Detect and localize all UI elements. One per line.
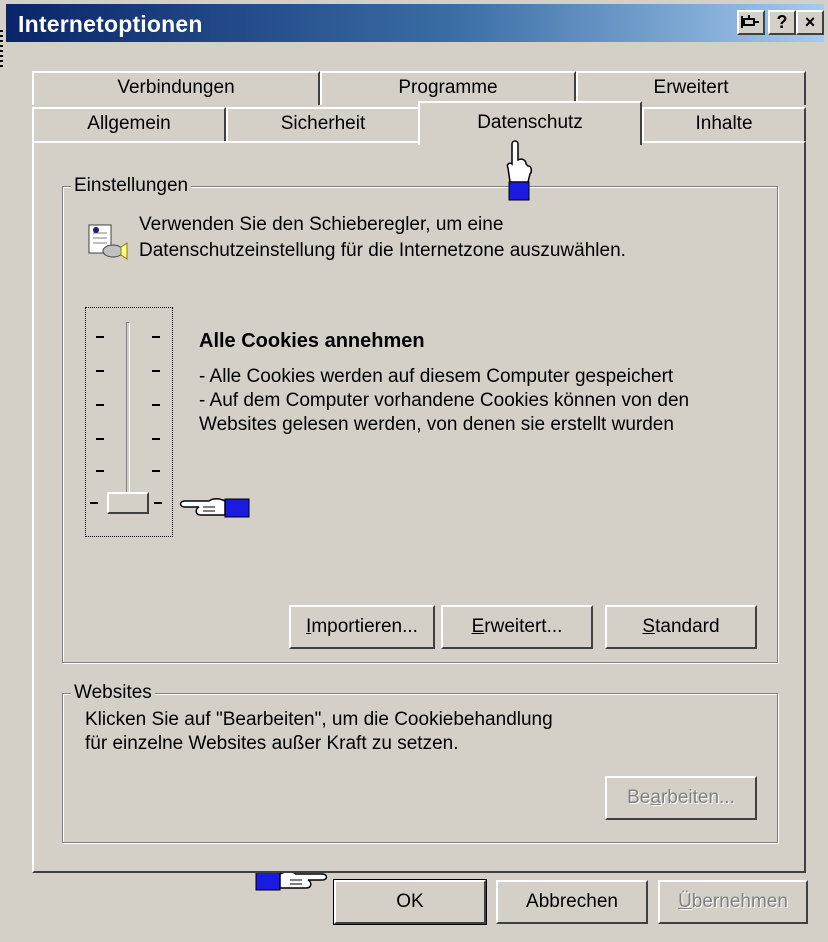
slider-tick	[96, 438, 104, 440]
tab-inhalte[interactable]: Inhalte	[642, 107, 806, 141]
close-button[interactable]: ×	[796, 10, 824, 35]
privacy-slider[interactable]	[85, 307, 173, 537]
intro-text-line1: Verwenden Sie den Schieberegler, um eine	[139, 214, 504, 235]
websites-text-line1: Klicken Sie auf "Bearbeiten", um die Coo…	[85, 709, 553, 730]
tab-allgemein[interactable]: Allgemein	[32, 107, 226, 141]
help-button[interactable]: ?	[768, 10, 796, 35]
ok-button[interactable]: OK	[333, 879, 487, 925]
pin-icon[interactable]	[737, 10, 765, 35]
tab-erweitert[interactable]: Erweitert	[576, 71, 806, 105]
privacy-level-desc1: - Alle Cookies werden auf diesem Compute…	[199, 366, 674, 387]
slider-tick	[90, 502, 98, 504]
slider-tick	[152, 336, 160, 338]
internet-options-dialog: Internetoptionen ? × Verbindungen Progra…	[0, 0, 828, 942]
tab-verbindungen[interactable]: Verbindungen	[32, 71, 320, 105]
edit-button[interactable]: Bearbeiten...	[605, 776, 757, 820]
slider-track	[126, 322, 130, 512]
websites-legend: Websites	[71, 682, 155, 704]
privacy-tab-page: Einstellungen Verwenden Sie den Schieber…	[32, 141, 806, 873]
slider-thumb[interactable]	[107, 492, 149, 514]
privacy-level-desc3: Websites gelesen werden, von denen sie e…	[199, 414, 674, 435]
slider-tick	[96, 404, 104, 406]
intro-text-line2: Datenschutzeinstellung für die Internetz…	[139, 240, 626, 261]
slider-tick	[96, 370, 104, 372]
settings-legend: Einstellungen	[71, 175, 192, 197]
default-button[interactable]: Standard	[605, 605, 757, 649]
privacy-level-title: Alle Cookies annehmen	[199, 330, 425, 352]
privacy-icon	[85, 221, 129, 261]
slider-tick	[96, 470, 104, 472]
title-bar[interactable]: Internetoptionen ? ×	[6, 4, 824, 42]
cancel-button[interactable]: Abbrechen	[496, 880, 648, 924]
slider-tick	[96, 336, 104, 338]
import-button[interactable]: Importieren...	[289, 605, 435, 649]
advanced-button[interactable]: Erweitert...	[441, 605, 593, 649]
websites-group: Websites Klicken Sie auf "Bearbeiten", u…	[62, 682, 778, 843]
slider-tick	[152, 370, 160, 372]
slider-tick	[152, 470, 160, 472]
websites-text-line2: für einzelne Websites außer Kraft zu set…	[85, 733, 459, 754]
slider-tick	[152, 404, 160, 406]
tab-programme[interactable]: Programme	[320, 71, 576, 105]
settings-group: Einstellungen Verwenden Sie den Schieber…	[62, 175, 778, 663]
pointing-hand-left-icon	[175, 493, 251, 527]
pointing-hand-up-icon	[504, 138, 534, 208]
slider-tick	[152, 438, 160, 440]
apply-button[interactable]: Übernehmen	[658, 880, 808, 924]
privacy-level-desc2: - Auf dem Computer vorhandene Cookies kö…	[199, 390, 690, 411]
window-edge-marker	[0, 30, 3, 70]
window-title: Internetoptionen	[18, 11, 203, 37]
tab-sicherheit[interactable]: Sicherheit	[226, 107, 420, 141]
slider-tick	[154, 502, 162, 504]
